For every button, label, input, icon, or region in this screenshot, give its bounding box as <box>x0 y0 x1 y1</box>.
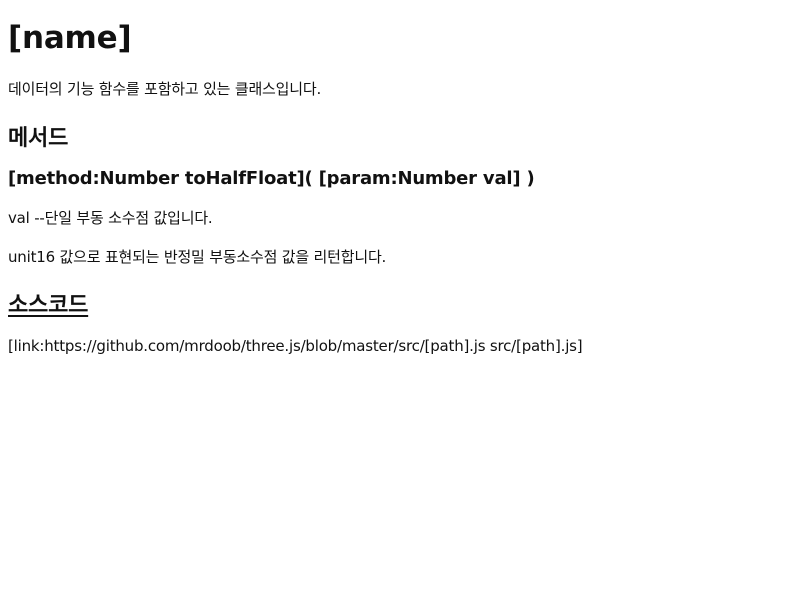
class-description: 데이터의 기능 함수를 포함하고 있는 클래스입니다. <box>8 80 322 98</box>
return-description: unit16 값으로 표현되는 반정밀 부동소수점 값을 리턴합니다. <box>8 248 387 266</box>
param-description: val --단일 부동 소수점 값입니다. <box>8 209 213 227</box>
source-link[interactable]: [link:https://github.com/mrdoob/three.js… <box>8 337 583 355</box>
method-signature: [method:Number toHalfFloat]( [param:Numb… <box>8 168 535 189</box>
methods-heading: 메서드 <box>8 126 69 151</box>
page-title: [name] <box>8 20 132 56</box>
source-heading: 소스코드 <box>8 293 89 318</box>
